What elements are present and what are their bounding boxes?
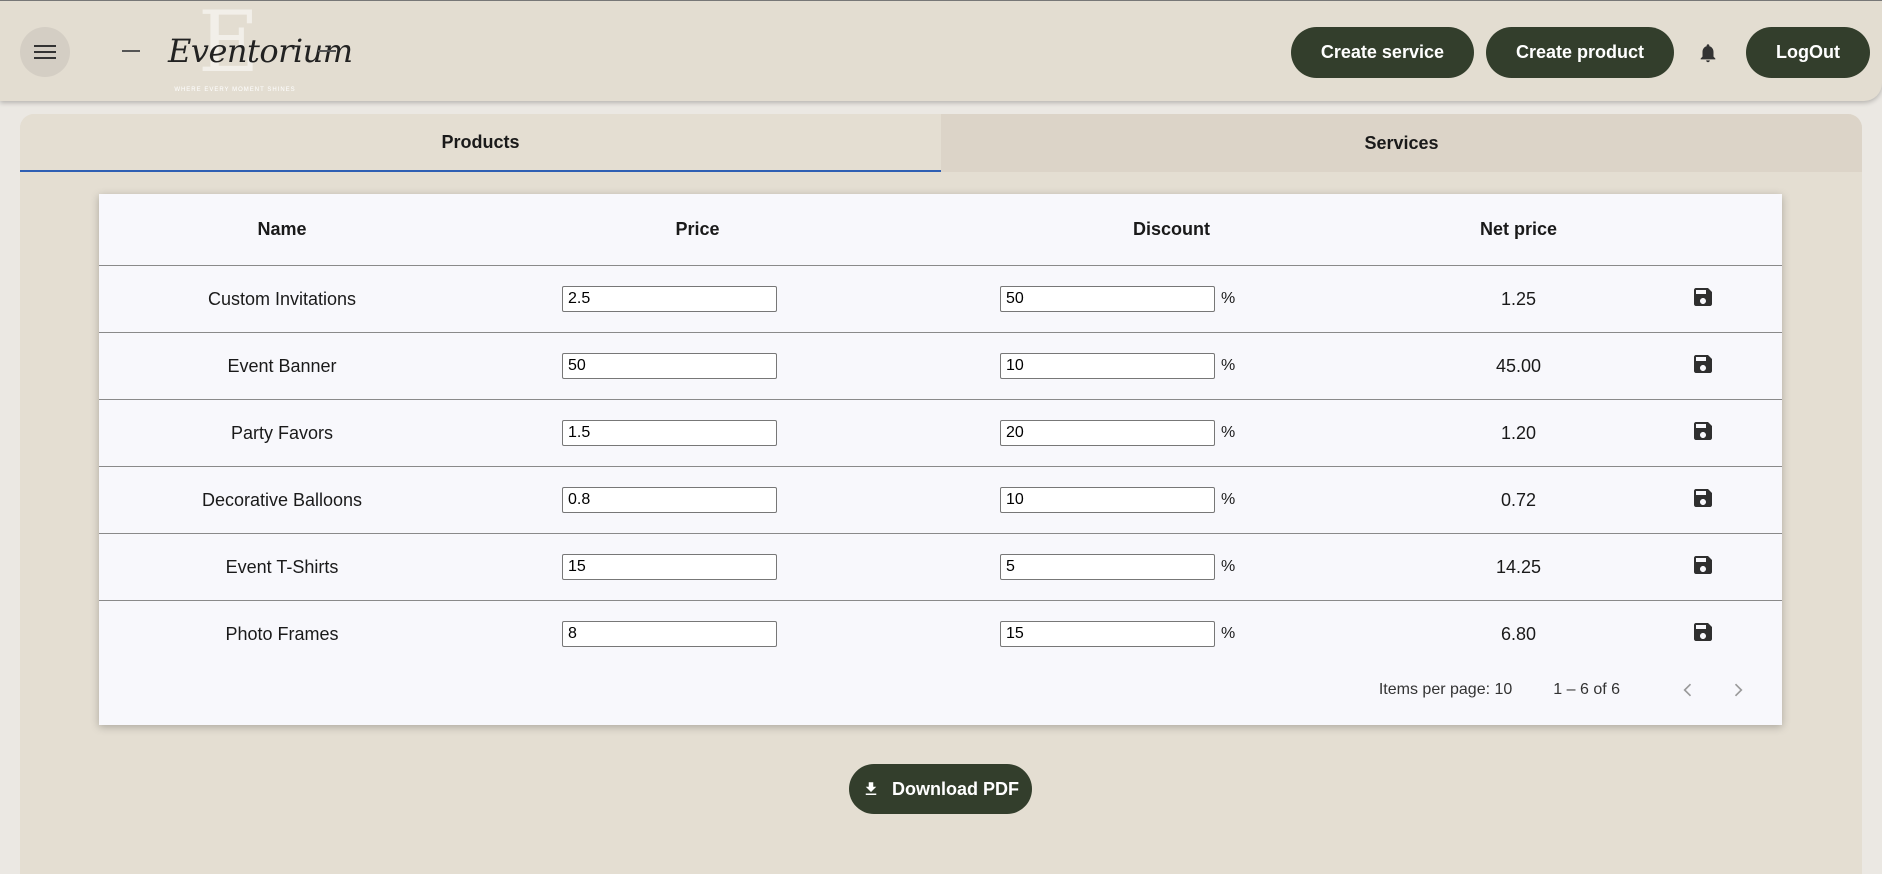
- logo[interactable]: E Eventorium WHERE EVERY MOMENT SHINES: [120, 0, 353, 96]
- net-price: 14.25: [1413, 533, 1624, 601]
- product-name: Event Banner: [99, 332, 465, 400]
- column-header-price[interactable]: Price: [465, 194, 930, 266]
- save-icon: [1694, 354, 1712, 373]
- table-row: Event Banner% 45.00: [99, 332, 1782, 400]
- chevron-left-icon: [1683, 683, 1692, 697]
- discount-input[interactable]: [1000, 353, 1215, 379]
- table-row: Party Favors% 1.20: [99, 399, 1782, 467]
- tab-services[interactable]: Services: [941, 114, 1862, 172]
- product-name: Party Favors: [99, 399, 465, 467]
- discount-input[interactable]: [1000, 621, 1215, 647]
- discount-cell: %: [930, 265, 1413, 333]
- actions-cell: [1624, 332, 1782, 400]
- net-price: 1.25: [1413, 265, 1624, 333]
- price-input[interactable]: [562, 554, 777, 580]
- download-pdf-label: Download PDF: [892, 778, 1019, 799]
- bell-icon: [1700, 43, 1716, 62]
- save-icon: [1694, 555, 1712, 574]
- previous-page-button[interactable]: [1668, 670, 1708, 710]
- create-service-button[interactable]: Create service: [1290, 27, 1474, 78]
- download-pdf-button[interactable]: Download PDF: [849, 764, 1032, 814]
- actions-cell: [1624, 399, 1782, 467]
- price-input[interactable]: [562, 487, 777, 513]
- tab-products[interactable]: Products: [20, 114, 941, 172]
- save-button[interactable]: [1691, 553, 1715, 582]
- product-name: Custom Invitations: [99, 265, 465, 333]
- column-header-name[interactable]: Name: [99, 194, 465, 266]
- logout-button[interactable]: LogOut: [1746, 27, 1870, 78]
- top-toolbar: E Eventorium WHERE EVERY MOMENT SHINES C…: [0, 0, 1882, 101]
- price-cell: [465, 265, 930, 333]
- discount-cell: %: [930, 533, 1413, 601]
- logo-dash-left: [122, 50, 140, 52]
- paginator: Items per page: 10 1 – 6 of 6: [99, 655, 1782, 725]
- discount-input[interactable]: [1000, 554, 1215, 580]
- price-input[interactable]: [562, 286, 777, 312]
- discount-input[interactable]: [1000, 420, 1215, 446]
- price-input[interactable]: [562, 353, 777, 379]
- main-panel: Products Services Name Price Discount Ne…: [20, 114, 1862, 874]
- save-icon: [1694, 622, 1712, 641]
- notifications-button[interactable]: [1688, 27, 1728, 78]
- next-page-button[interactable]: [1718, 670, 1758, 710]
- percent-symbol: %: [1221, 357, 1236, 374]
- chevron-right-icon: [1734, 683, 1743, 697]
- save-button[interactable]: [1691, 352, 1715, 381]
- products-table: Name Price Discount Net price Custom Inv…: [99, 194, 1782, 667]
- discount-input[interactable]: [1000, 286, 1215, 312]
- price-cell: [465, 533, 930, 601]
- actions-cell: [1624, 265, 1782, 333]
- discount-input[interactable]: [1000, 487, 1215, 513]
- price-cell: [465, 399, 930, 467]
- save-button[interactable]: [1691, 486, 1715, 515]
- net-price: 1.20: [1413, 399, 1624, 467]
- tab-bar: Products Services: [20, 114, 1862, 172]
- page-range-label: 1 – 6 of 6: [1553, 681, 1620, 698]
- menu-icon: [34, 44, 56, 60]
- save-icon: [1694, 488, 1712, 507]
- net-price: 0.72: [1413, 466, 1624, 534]
- product-name: Event T-Shirts: [99, 533, 465, 601]
- table-row: Event T-Shirts% 14.25: [99, 533, 1782, 601]
- table-header-row: Name Price Discount Net price: [99, 194, 1782, 266]
- products-table-card: Name Price Discount Net price Custom Inv…: [99, 194, 1782, 725]
- discount-cell: %: [930, 399, 1413, 467]
- table-row: Decorative Balloons% 0.72: [99, 466, 1782, 534]
- header-actions: Create service Create product LogOut: [1279, 27, 1870, 78]
- save-button[interactable]: [1691, 285, 1715, 314]
- save-button[interactable]: [1691, 620, 1715, 649]
- percent-symbol: %: [1221, 558, 1236, 575]
- logo-dash-right: [318, 50, 336, 52]
- price-input[interactable]: [562, 621, 777, 647]
- save-icon: [1694, 421, 1712, 440]
- product-name: Decorative Balloons: [99, 466, 465, 534]
- price-cell: [465, 466, 930, 534]
- download-icon: [865, 782, 877, 795]
- percent-symbol: %: [1221, 491, 1236, 508]
- logo-tagline: WHERE EVERY MOMENT SHINES: [174, 87, 296, 93]
- items-per-page[interactable]: Items per page: 10: [1379, 681, 1512, 699]
- save-button[interactable]: [1691, 419, 1715, 448]
- save-icon: [1694, 287, 1712, 306]
- price-input[interactable]: [562, 420, 777, 446]
- actions-cell: [1624, 466, 1782, 534]
- create-product-button[interactable]: Create product: [1485, 27, 1675, 78]
- column-header-actions: [1624, 194, 1782, 266]
- price-cell: [465, 332, 930, 400]
- percent-symbol: %: [1221, 290, 1236, 307]
- discount-cell: %: [930, 466, 1413, 534]
- net-price: 45.00: [1413, 332, 1624, 400]
- menu-button[interactable]: [20, 27, 70, 77]
- discount-cell: %: [930, 332, 1413, 400]
- actions-cell: [1624, 533, 1782, 601]
- column-header-net-price[interactable]: Net price: [1413, 194, 1624, 266]
- percent-symbol: %: [1221, 424, 1236, 441]
- column-header-discount[interactable]: Discount: [930, 194, 1413, 266]
- table-row: Custom Invitations% 1.25: [99, 265, 1782, 333]
- percent-symbol: %: [1221, 625, 1236, 642]
